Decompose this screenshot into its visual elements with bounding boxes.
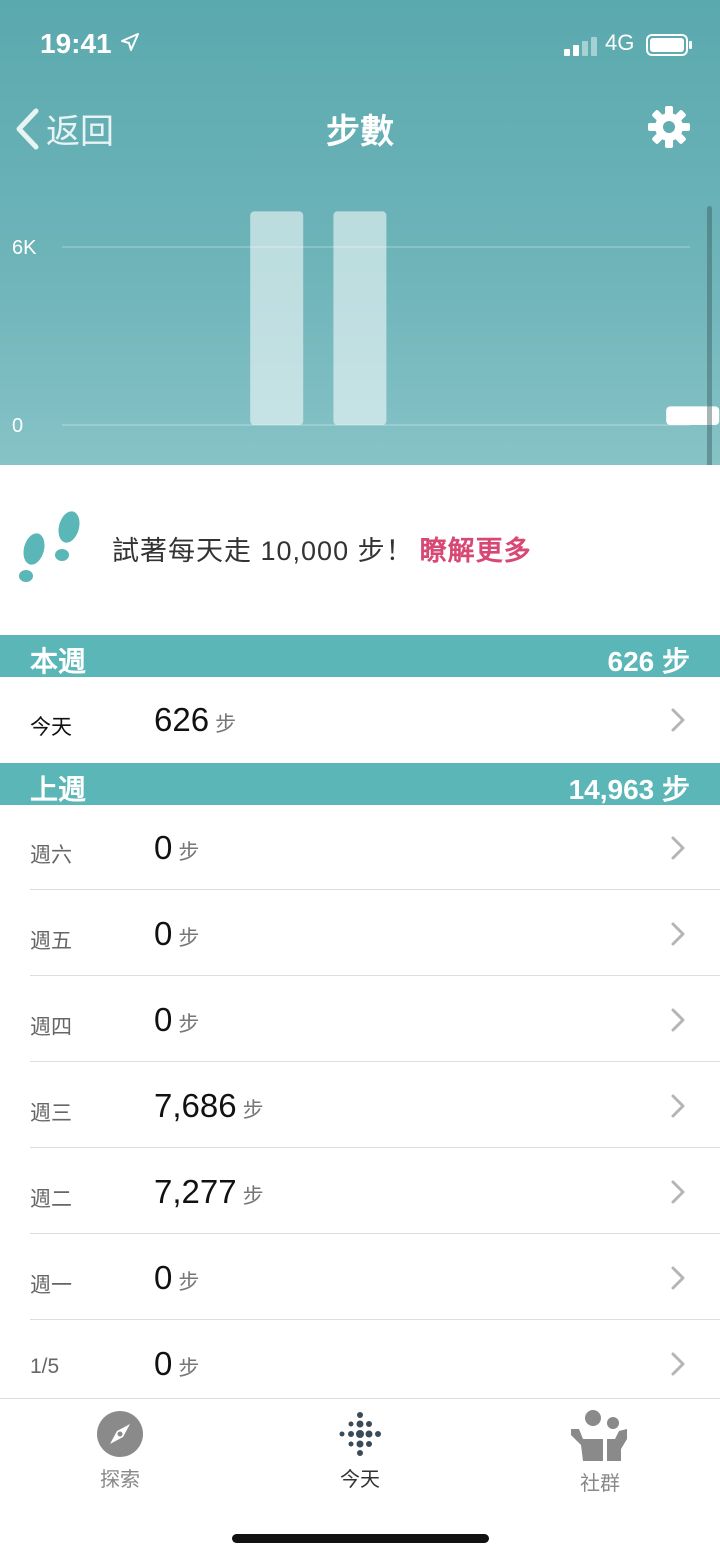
day-row[interactable]: 週二 7,277 步 [0, 1149, 720, 1234]
tab-explore[interactable]: 探索 [40, 1409, 200, 1492]
step-unit: 步 [242, 1185, 264, 1208]
footprints-icon [19, 511, 80, 582]
step-value: 626 [154, 701, 210, 738]
section-last-week: 上週 14,963 步 [0, 763, 720, 805]
tab-label: 探索 [100, 1469, 140, 1491]
step-count: 626 步 [154, 701, 236, 739]
row-divider [30, 1233, 720, 1234]
nav-bar: 返回 步數 [0, 100, 720, 160]
tab-label: 社群 [580, 1473, 620, 1495]
step-value: 0 [154, 1001, 173, 1038]
section-total: 626 步 [607, 646, 691, 677]
step-unit: 步 [178, 1357, 200, 1380]
row-divider [30, 1319, 720, 1320]
day-label: 週三 [30, 1102, 72, 1125]
day-row[interactable]: 今天 626 步 [0, 677, 720, 762]
step-count: 0步 [154, 1001, 199, 1039]
location-arrow-icon [121, 33, 139, 51]
status-time: 19:41 [40, 28, 112, 59]
page-title: 步數 [326, 113, 394, 151]
learn-more-link[interactable]: 瞭解更多 [420, 536, 532, 566]
chevron-right-icon [671, 708, 685, 732]
day-label: 今天 [30, 716, 72, 739]
day-row[interactable]: 週六 0 步 [0, 805, 720, 890]
step-value: 0 [154, 915, 173, 952]
step-count: 0步 [154, 1259, 199, 1297]
chevron-right-icon [671, 922, 685, 946]
row-divider [30, 975, 720, 976]
chevron-right-icon [671, 836, 685, 860]
steps-bar-chart[interactable]: 0 6K [0, 180, 720, 465]
tab-label: 今天 [340, 1469, 380, 1491]
bar-週三[interactable] [333, 211, 387, 425]
y-tick-label: 6K [12, 237, 37, 259]
bar-週二[interactable] [250, 211, 304, 425]
chevron-right-icon [671, 1266, 685, 1290]
step-unit: 步 [178, 927, 200, 950]
home-indicator [232, 1534, 489, 1543]
tip-text: 試著每天走 10,000 步！ 瞭解更多 [112, 529, 532, 568]
section-total: 14,963 步 [568, 774, 690, 805]
day-label: 週二 [30, 1188, 72, 1211]
step-count: 0步 [154, 915, 199, 953]
chevron-right-icon [671, 1352, 685, 1376]
status-bar: 19:41 4G [0, 26, 720, 66]
step-count: 0步 [154, 1345, 199, 1383]
step-value: 0 [154, 1345, 173, 1382]
chevron-right-icon [671, 1094, 685, 1118]
tab-today[interactable]: 今天 [280, 1409, 440, 1492]
day-label: 週四 [30, 1016, 72, 1039]
step-unit: 步 [215, 713, 237, 736]
header: 19:41 4G 返回 步數 0 6K [0, 0, 720, 476]
step-value: 7,686 [154, 1087, 237, 1124]
chart-scrollbar[interactable] [707, 206, 712, 476]
step-count: 7,686 步 [154, 1087, 264, 1125]
chevron-right-icon [671, 1008, 685, 1032]
fitbit-dots-icon [339, 1412, 381, 1456]
section-label: 上週 [30, 774, 87, 805]
goal-tip: 試著每天走 10,000 步！ 瞭解更多 [0, 465, 720, 635]
step-unit: 步 [178, 1013, 200, 1036]
day-label: 1/5 [30, 1355, 60, 1378]
step-unit: 步 [178, 1271, 200, 1294]
tip-message: 試著每天走 10,000 步！ [112, 536, 414, 566]
chevron-right-icon [671, 1180, 685, 1204]
step-unit: 步 [178, 841, 200, 864]
step-unit: 步 [242, 1099, 264, 1122]
compass-icon [97, 1411, 143, 1457]
step-value: 7,277 [154, 1173, 237, 1210]
y-tick-label: 0 [12, 415, 23, 437]
day-row[interactable]: 1/5 0 步 [0, 1321, 720, 1406]
row-divider [30, 1061, 720, 1062]
row-divider [30, 889, 720, 890]
day-label: 週五 [30, 930, 72, 953]
day-row[interactable]: 週一 0 步 [0, 1235, 720, 1320]
people-icon [571, 1410, 627, 1461]
step-value: 0 [154, 829, 173, 866]
day-label: 週六 [30, 844, 72, 867]
network-type: 4G [605, 30, 635, 55]
step-value: 0 [154, 1259, 173, 1296]
section-label: 本週 [30, 646, 87, 677]
battery-icon [646, 34, 692, 56]
day-row[interactable]: 週五 0 步 [0, 891, 720, 976]
step-count: 0步 [154, 829, 199, 867]
section-this-week: 本週 626 步 [0, 635, 720, 677]
row-divider [30, 1147, 720, 1148]
signal-icon [564, 37, 597, 56]
day-row[interactable]: 週三 7,686 步 [0, 1063, 720, 1148]
gear-icon[interactable] [646, 104, 692, 150]
day-label: 週一 [30, 1274, 72, 1297]
day-row[interactable]: 週四 0 步 [0, 977, 720, 1062]
tab-community[interactable]: 社群 [520, 1409, 680, 1496]
step-count: 7,277 步 [154, 1173, 264, 1211]
